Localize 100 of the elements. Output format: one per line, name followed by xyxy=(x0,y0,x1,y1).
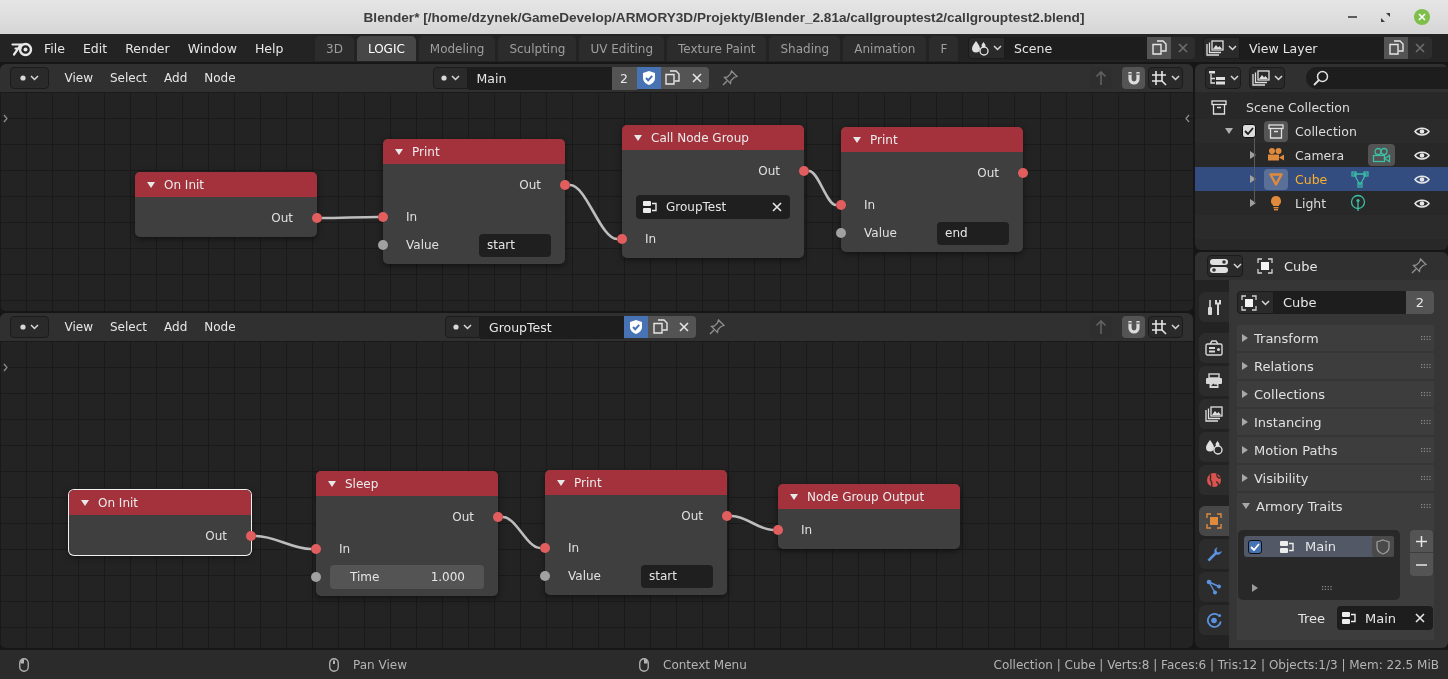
display-mode-dropdown[interactable] xyxy=(1205,67,1241,89)
fake-user-toggle[interactable] xyxy=(624,315,648,338)
view-layer-dropdown[interactable] xyxy=(1203,36,1240,59)
chevron-right-icon[interactable] xyxy=(3,363,8,372)
eye-icon[interactable] xyxy=(1414,125,1430,137)
logic-node[interactable]: Sleep Out In Time 1.000 xyxy=(316,471,498,596)
properties-tab[interactable] xyxy=(1199,605,1229,635)
outliner-item[interactable]: Scene Collection xyxy=(1195,95,1448,119)
menu-item[interactable]: Add xyxy=(155,67,196,89)
text-field[interactable]: start xyxy=(641,564,713,588)
duplicate-button[interactable] xyxy=(1147,36,1172,59)
socket-dot-icon[interactable] xyxy=(311,544,321,554)
panel-header[interactable]: Instancing xyxy=(1237,409,1434,435)
panel-header[interactable]: Visibility xyxy=(1237,465,1434,491)
logic-node[interactable]: Call Node Group Out GroupTest In xyxy=(622,125,804,258)
outliner-item[interactable]: Cube xyxy=(1195,167,1448,191)
workspace-tab[interactable]: Texture Paint xyxy=(667,36,767,61)
socket-dot-icon[interactable] xyxy=(540,543,550,553)
workspace-tab[interactable]: UV Editing xyxy=(579,36,665,61)
add-button[interactable] xyxy=(1410,530,1433,553)
menu-item[interactable]: Node xyxy=(195,67,245,89)
logic-node[interactable]: On Init Out xyxy=(135,172,317,237)
checkbox[interactable] xyxy=(1242,124,1256,138)
socket-dot-icon[interactable] xyxy=(540,571,550,581)
socket-dot-icon[interactable] xyxy=(312,213,322,223)
menu-item[interactable]: Add xyxy=(155,316,196,338)
properties-tab[interactable] xyxy=(1199,572,1229,602)
node-header[interactable]: On Init xyxy=(135,172,317,197)
node-header[interactable]: Sleep xyxy=(316,471,498,496)
scene-field[interactable]: Scene xyxy=(1005,36,1148,60)
unlink-button[interactable] xyxy=(684,66,709,89)
eye-icon[interactable] xyxy=(1414,173,1430,185)
menu-item[interactable]: Select xyxy=(101,67,156,89)
socket-dot-icon[interactable] xyxy=(1018,168,1028,178)
object-name-field[interactable]: Cube xyxy=(1274,291,1406,314)
caret-down-icon[interactable] xyxy=(1225,128,1233,134)
logic-node[interactable]: On Init Out xyxy=(69,490,251,555)
panel-header[interactable]: Collections xyxy=(1237,381,1434,407)
view-layer-field[interactable]: View Layer xyxy=(1240,36,1384,60)
text-field[interactable]: start xyxy=(479,233,551,257)
snap-mode-dropdown[interactable] xyxy=(1148,316,1183,338)
trait-list-item[interactable]: Main xyxy=(1244,536,1394,557)
socket-dot-icon[interactable] xyxy=(378,212,388,222)
logic-node[interactable]: Print Out In Value start xyxy=(383,139,565,264)
caret-right-icon[interactable] xyxy=(1250,151,1256,159)
remove-button[interactable] xyxy=(1410,553,1433,576)
socket-dot-icon[interactable] xyxy=(836,228,846,238)
menu-item[interactable]: Render xyxy=(116,36,179,60)
outliner-item[interactable]: Camera xyxy=(1195,143,1448,167)
node-header[interactable]: Print xyxy=(545,470,727,495)
editor-type-dropdown[interactable] xyxy=(1207,255,1243,277)
workspace-tab[interactable]: Sculpting xyxy=(498,36,577,61)
chevron-left-icon[interactable] xyxy=(1185,114,1190,123)
socket-dot-icon[interactable] xyxy=(560,180,570,190)
caret-right-icon[interactable] xyxy=(1252,584,1258,592)
text-field[interactable]: end xyxy=(937,221,1009,245)
node-header[interactable]: Print xyxy=(383,139,565,164)
panel-header[interactable]: Motion Paths xyxy=(1237,437,1434,463)
menu-item[interactable]: Edit xyxy=(73,36,117,60)
number-field[interactable]: Time 1.000 xyxy=(330,565,484,589)
menu-item[interactable]: File xyxy=(35,36,74,60)
editor-type-dropdown[interactable] xyxy=(10,67,49,89)
user-count[interactable]: 2 xyxy=(1406,291,1434,314)
view-layer-filter-dropdown[interactable] xyxy=(1249,67,1285,89)
user-count[interactable]: 2 xyxy=(611,66,637,90)
logic-node[interactable]: Print Out In Value end xyxy=(841,127,1023,252)
socket-dot-icon[interactable] xyxy=(493,512,503,522)
eye-icon[interactable] xyxy=(1414,149,1430,161)
logic-node[interactable]: Node Group Output In xyxy=(778,484,960,549)
menu-item[interactable]: View xyxy=(56,67,102,89)
outliner-item[interactable]: Light xyxy=(1195,191,1448,215)
search-field[interactable] xyxy=(1306,67,1448,89)
caret-right-icon[interactable] xyxy=(1250,175,1256,183)
chevron-right-icon[interactable] xyxy=(3,114,8,123)
duplicate-button[interactable] xyxy=(648,315,672,338)
menu-item[interactable]: Select xyxy=(101,316,156,338)
panel-header[interactable]: Relations xyxy=(1237,353,1434,379)
node-tree-name-field[interactable]: Main xyxy=(467,66,612,90)
outliner-item[interactable]: Collection xyxy=(1195,119,1448,143)
workspace-tab[interactable]: 3D xyxy=(315,36,354,61)
socket-dot-icon[interactable] xyxy=(246,531,256,541)
workspace-tab[interactable]: Modeling xyxy=(418,36,496,61)
socket-dot-icon[interactable] xyxy=(836,200,846,210)
properties-tab[interactable] xyxy=(1199,432,1229,462)
scene-dropdown[interactable] xyxy=(968,36,1005,59)
node-header[interactable]: Node Group Output xyxy=(778,484,960,509)
fake-user-toggle[interactable] xyxy=(636,66,661,89)
checkbox[interactable] xyxy=(1248,539,1262,554)
tree-field[interactable]: Main xyxy=(1337,606,1433,630)
fake-user-toggle[interactable] xyxy=(1372,536,1394,557)
duplicate-button[interactable] xyxy=(1384,36,1408,59)
socket-dot-icon[interactable] xyxy=(311,572,321,582)
workspace-tab[interactable]: LOGIC xyxy=(356,36,416,61)
node-header[interactable]: Print xyxy=(841,127,1023,152)
object-dropdown[interactable] xyxy=(1237,291,1274,314)
socket-dot-icon[interactable] xyxy=(799,166,809,176)
snap-toggle[interactable] xyxy=(1122,67,1145,89)
duplicate-button[interactable] xyxy=(660,66,685,89)
workspace-tab[interactable]: Shading xyxy=(769,36,841,61)
menu-item[interactable]: Window xyxy=(178,36,246,60)
